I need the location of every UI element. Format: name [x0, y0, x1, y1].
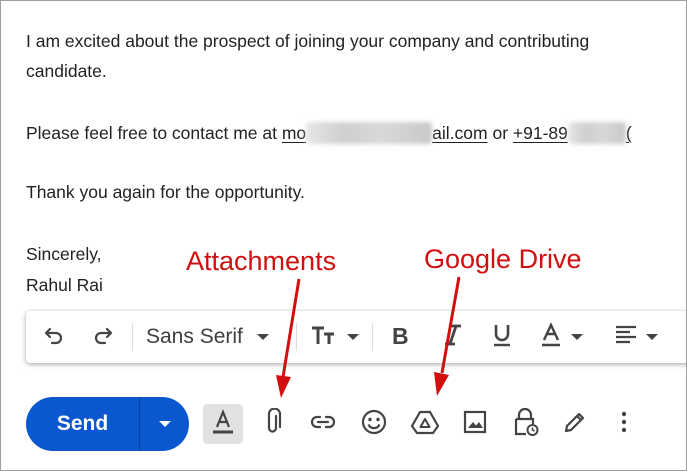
link-icon [309, 412, 337, 437]
redacted-email [306, 122, 433, 144]
annotation-attachments: Attachments [186, 246, 337, 276]
undo-button[interactable] [42, 311, 66, 363]
body-thanks: Thank you again for the opportunity. [26, 182, 305, 202]
undo-icon [42, 323, 66, 352]
body-signature: Rahul Rai [26, 275, 103, 295]
emoji-icon [360, 408, 388, 441]
svg-text:B: B [392, 323, 409, 347]
body-contact-line: Please feel free to contact me at mo ail.… [26, 122, 632, 144]
redo-button[interactable] [91, 311, 115, 363]
contact-or: or [487, 123, 513, 143]
formatting-toolbar: Sans Serif B [26, 311, 686, 363]
chevron-down-icon [256, 334, 269, 340]
photo-icon [462, 409, 488, 440]
font-family-value: Sans Serif [146, 325, 243, 348]
insert-photo-button[interactable] [455, 404, 495, 444]
align-button[interactable] [614, 311, 658, 363]
schedule-send-button[interactable] [140, 397, 189, 451]
italic-icon [442, 323, 464, 352]
bold-button[interactable]: B [390, 311, 412, 363]
text-size-icon [311, 323, 341, 352]
annotation-google-drive: Google Drive [424, 244, 582, 274]
confidential-mode-button[interactable] [505, 404, 545, 444]
chevron-down-icon [571, 334, 583, 340]
attach-files-button[interactable] [253, 404, 293, 444]
italic-button[interactable] [442, 311, 464, 363]
text-color-button[interactable] [539, 311, 583, 363]
redo-icon [91, 323, 115, 352]
insert-link-button[interactable] [303, 404, 343, 444]
compose-window: I am excited about the prospect of joini… [0, 0, 687, 471]
bold-icon: B [390, 323, 412, 352]
font-family-select[interactable]: Sans Serif [146, 311, 288, 363]
align-left-icon [614, 323, 638, 352]
google-drive-icon [410, 408, 440, 441]
font-size-button[interactable] [311, 311, 359, 363]
underline-button[interactable] [490, 311, 514, 363]
email-link[interactable]: mo ail.com [282, 122, 488, 144]
chevron-down-icon [347, 334, 359, 340]
more-options-button[interactable] [604, 404, 644, 444]
redacted-phone [567, 122, 626, 144]
confidential-mode-icon [511, 407, 539, 442]
insert-from-drive-button[interactable] [405, 404, 445, 444]
attachment-icon [261, 406, 285, 441]
formatting-options-icon [209, 407, 237, 442]
text-color-icon [539, 321, 563, 353]
chevron-down-icon [646, 334, 658, 340]
body-line-1: I am excited about the prospect of joini… [26, 31, 590, 51]
insert-emoji-button[interactable] [354, 404, 394, 444]
body-closing: Sincerely, [26, 244, 102, 264]
chevron-down-icon [158, 421, 171, 427]
send-button[interactable]: Send [26, 397, 139, 451]
signature-icon [562, 409, 588, 440]
phone-link[interactable]: +91-89( [513, 122, 632, 144]
formatting-options-button[interactable] [203, 404, 243, 444]
underline-icon [490, 322, 514, 353]
body-line-2: candidate. [26, 61, 107, 81]
send-button-group: Send [26, 397, 189, 451]
more-options-icon [620, 410, 628, 439]
contact-prefix: Please feel free to contact me at [26, 123, 282, 143]
insert-signature-button[interactable] [555, 404, 595, 444]
